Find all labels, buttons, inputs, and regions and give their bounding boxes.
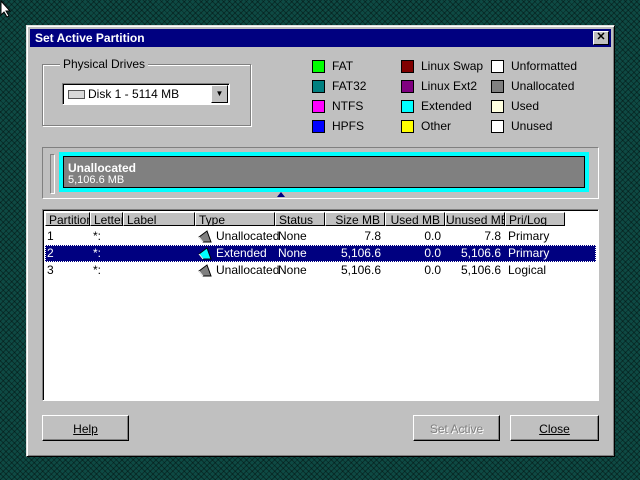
column-header-used-mb[interactable]: Used MB xyxy=(385,212,445,226)
column-header-letter[interactable]: Letter xyxy=(90,212,123,226)
partition-segment-fill: Unallocated 5,106.6 MB xyxy=(63,156,585,188)
physical-drive-value: Disk 1 - 5114 MB xyxy=(88,87,180,101)
help-button-label: Help xyxy=(73,422,98,436)
partition-segment[interactable]: Unallocated 5,106.6 MB xyxy=(59,152,589,192)
legend-swatch xyxy=(312,80,325,93)
legend-label: Unformatted xyxy=(511,59,578,73)
cell-type: Extended xyxy=(216,246,267,260)
legend-swatch xyxy=(401,100,414,113)
cell-unused: 5,106.6 xyxy=(460,263,501,277)
column-header-label[interactable]: Label xyxy=(123,212,195,226)
legend-label: NTFS xyxy=(332,99,364,113)
legend-label: Linux Ext2 xyxy=(421,79,478,93)
physical-drives-group: Physical Drives Disk 1 - 5114 MB ▼ xyxy=(42,57,251,126)
physical-drive-select[interactable]: Disk 1 - 5114 MB ▼ xyxy=(62,83,230,105)
legend-label: Unallocated xyxy=(511,79,575,93)
legend-swatch xyxy=(312,100,325,113)
column-header-size-mb[interactable]: Size MB xyxy=(325,212,385,226)
cell-letter: *: xyxy=(93,229,102,243)
partition-segment-type: Unallocated xyxy=(68,161,137,175)
unallocated-partition-icon xyxy=(198,264,212,277)
partition-segment-size: 5,106.6 MB xyxy=(68,174,125,186)
close-icon[interactable]: ✕ xyxy=(593,31,609,45)
legend-swatch xyxy=(491,100,504,113)
cell-unused: 5,106.6 xyxy=(460,246,501,260)
cell-partition: 3 xyxy=(47,263,54,277)
legend-label: FAT32 xyxy=(332,79,367,93)
legend-swatch xyxy=(491,80,504,93)
column-header-unused-mb[interactable]: Unused MB xyxy=(445,212,505,226)
table-row[interactable]: 3 *: Unallocated None 5,106.6 0.0 5,106.6 Logic… xyxy=(45,262,596,279)
legend-swatch xyxy=(491,60,504,73)
partition-list-header: Partition Letter Label Type Status Size MB Use… xyxy=(45,212,598,228)
mouse-cursor-icon xyxy=(0,0,12,18)
cell-status: None xyxy=(278,246,307,260)
set-active-button[interactable]: Set Active xyxy=(413,415,500,441)
cell-prilog: Primary xyxy=(508,229,550,243)
legend-swatch xyxy=(401,80,414,93)
table-row[interactable]: 1 *: Unallocated None 7.8 0.0 7.8 Primary xyxy=(45,228,596,245)
cell-prilog: Primary xyxy=(508,246,550,260)
cell-unused: 7.8 xyxy=(484,229,501,243)
legend-swatch xyxy=(401,60,414,73)
legend-swatch xyxy=(312,60,325,73)
hard-disk-icon xyxy=(68,90,85,99)
extended-partition-icon xyxy=(198,247,212,260)
table-row[interactable]: 2 *: Extended None 5,106.6 0.0 5,106.6 Primary xyxy=(45,245,596,262)
cell-used: 0.0 xyxy=(424,263,441,277)
legend-label: Other xyxy=(421,119,452,133)
column-header-pri-log[interactable]: Pri/Log xyxy=(505,212,565,226)
physical-drives-label: Physical Drives xyxy=(60,57,149,71)
column-header-type[interactable]: Type xyxy=(195,212,275,226)
cell-size: 7.8 xyxy=(364,229,381,243)
partition-list[interactable]: Partition Letter Label Type Status Size MB Use… xyxy=(42,209,599,401)
legend-label: Extended xyxy=(421,99,472,113)
cell-partition: 1 xyxy=(47,229,54,243)
cell-prilog: Logical xyxy=(508,263,547,277)
cell-letter: *: xyxy=(93,263,102,277)
disk-map-scroll-handle xyxy=(50,154,55,194)
cell-partition: 2 xyxy=(47,246,54,260)
cell-type: Unallocated xyxy=(216,229,280,243)
legend-swatch xyxy=(491,120,504,133)
cell-type: Unallocated xyxy=(216,263,280,277)
legend-label: Unused xyxy=(511,119,553,133)
set-active-button-label: Set Active xyxy=(429,422,484,436)
cell-size: 5,106.6 xyxy=(340,246,381,260)
column-header-partition[interactable]: Partition xyxy=(45,212,90,226)
dialog-title: Set Active Partition xyxy=(35,31,145,45)
cell-status: None xyxy=(278,263,307,277)
cell-letter: *: xyxy=(93,246,102,260)
legend-label: FAT xyxy=(332,59,354,73)
legend-label: Used xyxy=(511,99,540,113)
help-button[interactable]: Help xyxy=(42,415,129,441)
chevron-down-icon[interactable]: ▼ xyxy=(211,85,228,103)
cell-status: None xyxy=(278,229,307,243)
legend-swatch xyxy=(401,120,414,133)
legend-label: Linux Swap xyxy=(421,59,484,73)
unallocated-partition-icon xyxy=(198,230,212,243)
legend-swatch xyxy=(312,120,325,133)
cell-used: 0.0 xyxy=(424,246,441,260)
set-active-partition-dialog: Set Active Partition ✕ Physical Drives D… xyxy=(26,25,615,457)
disk-map: Unallocated 5,106.6 MB xyxy=(42,147,599,199)
title-bar: Set Active Partition ✕ xyxy=(30,29,611,47)
column-header-status[interactable]: Status xyxy=(275,212,325,226)
legend-label: HPFS xyxy=(332,119,365,133)
close-button-label: Close xyxy=(539,422,570,436)
selection-caret-icon xyxy=(277,192,285,197)
close-button[interactable]: Close xyxy=(510,415,599,441)
cell-size: 5,106.6 xyxy=(340,263,381,277)
cell-used: 0.0 xyxy=(424,229,441,243)
